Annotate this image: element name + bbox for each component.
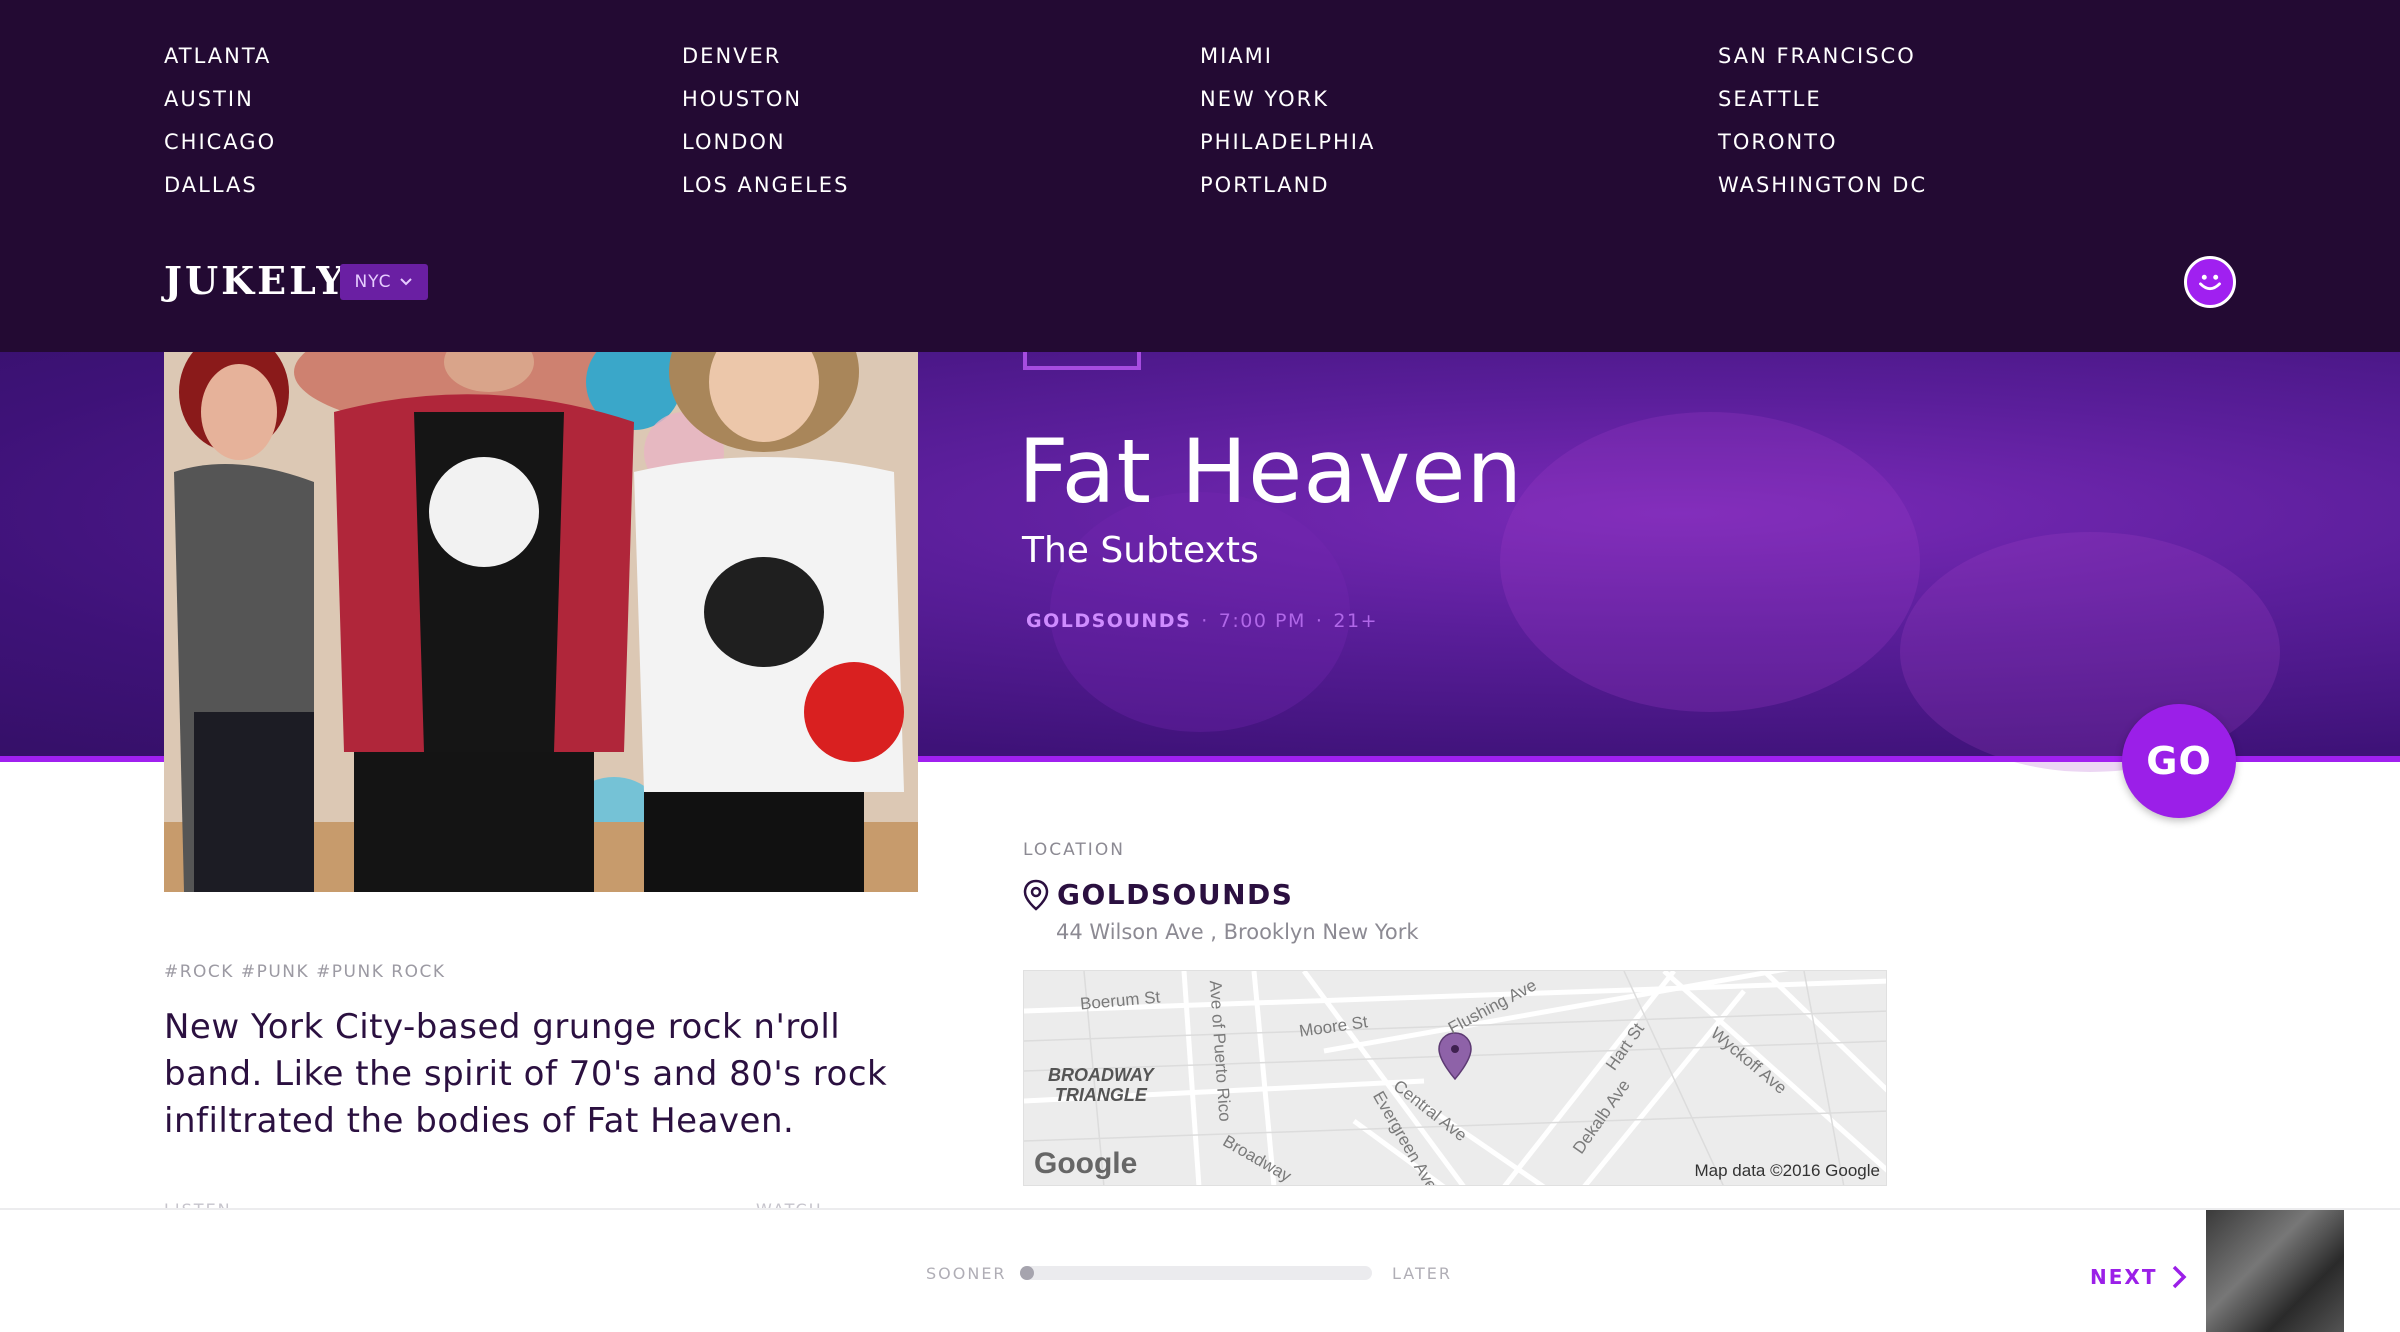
later-label: LATER: [1392, 1264, 1452, 1283]
city-link[interactable]: PORTLAND: [1200, 167, 1700, 210]
city-column-3: MIAMI NEW YORK PHILADELPHIA PORTLAND: [1200, 38, 1700, 210]
city-column-1: ATLANTA AUSTIN CHICAGO DALLAS: [164, 38, 664, 210]
bottom-bar: SOONER LATER NEXT: [0, 1208, 2400, 1332]
map-area-label-line: BROADWAY: [1048, 1065, 1154, 1085]
user-avatar-smiley-icon[interactable]: [2184, 256, 2236, 308]
city-link[interactable]: SEATTLE: [1718, 81, 2218, 124]
map-credit: Map data ©2016 Google: [1694, 1161, 1881, 1180]
location-address: 44 Wilson Ave , Brooklyn New York: [1056, 920, 1419, 944]
genre-tags: #ROCK #PUNK #PUNK ROCK: [164, 962, 446, 982]
go-button[interactable]: GO: [2122, 704, 2236, 818]
city-link[interactable]: LOS ANGELES: [682, 167, 1182, 210]
city-link[interactable]: PHILADELPHIA: [1200, 124, 1700, 167]
city-link[interactable]: CHICAGO: [164, 124, 664, 167]
next-label: NEXT: [2090, 1265, 2158, 1289]
event-time: 7:00 PM: [1218, 610, 1306, 632]
city-link[interactable]: MIAMI: [1200, 38, 1700, 81]
location-map[interactable]: Boerum St Moore St Flushing Ave Hart St …: [1023, 970, 1887, 1186]
event-venue-link[interactable]: GOLDSOUNDS: [1026, 610, 1191, 632]
jukely-logo[interactable]: JUKELY: [164, 258, 347, 303]
city-menu: ATLANTA AUSTIN CHICAGO DALLAS DENVER HOU…: [164, 38, 2264, 218]
city-link[interactable]: TORONTO: [1718, 124, 2218, 167]
location-venue: GOLDSOUNDS: [1023, 878, 1293, 911]
sooner-label: SOONER: [926, 1264, 1007, 1283]
city-column-4: SAN FRANCISCO SEATTLE TORONTO WASHINGTON…: [1718, 38, 2218, 210]
top-header: ATLANTA AUSTIN CHICAGO DALLAS DENVER HOU…: [0, 0, 2400, 352]
location-label: LOCATION: [1023, 840, 1125, 860]
hero-background-blob: [1500, 412, 1920, 712]
google-logo: Google: [1034, 1147, 1138, 1180]
event-meta: GOLDSOUNDS · 7:00 PM · 21+: [1026, 610, 1379, 632]
map-area-label: BROADWAY TRIANGLE: [1048, 1065, 1154, 1105]
next-button[interactable]: NEXT: [2090, 1264, 2187, 1290]
city-link[interactable]: SAN FRANCISCO: [1718, 38, 2218, 81]
chevron-right-icon: [2173, 1265, 2187, 1289]
event-age: 21+: [1333, 610, 1379, 632]
city-column-2: DENVER HOUSTON LONDON LOS ANGELES: [682, 38, 1182, 210]
event-title: Fat Heaven: [1018, 420, 1524, 523]
next-event-thumbnail[interactable]: [2206, 1210, 2344, 1332]
slider-thumb[interactable]: [1020, 1266, 1034, 1280]
city-selector-label: NYC: [354, 272, 392, 292]
hero-tab-outline: [1023, 352, 1141, 370]
city-link[interactable]: NEW YORK: [1200, 81, 1700, 124]
city-link[interactable]: DENVER: [682, 38, 1182, 81]
location-venue-name[interactable]: GOLDSOUNDS: [1057, 878, 1293, 911]
city-selector-button[interactable]: NYC: [340, 264, 428, 300]
city-link[interactable]: WASHINGTON DC: [1718, 167, 2218, 210]
chevron-down-icon: [399, 278, 412, 286]
event-description: New York City-based grunge rock n'roll b…: [164, 1007, 888, 1141]
city-link[interactable]: HOUSTON: [682, 81, 1182, 124]
date-slider[interactable]: [1020, 1266, 1372, 1280]
city-link[interactable]: ATLANTA: [164, 38, 664, 81]
map-pin-icon: [1023, 879, 1049, 911]
city-link[interactable]: LONDON: [682, 124, 1182, 167]
band-photo: [164, 352, 918, 892]
city-link[interactable]: AUSTIN: [164, 81, 664, 124]
map-area-label-line: TRIANGLE: [1054, 1085, 1147, 1105]
event-subtitle: The Subtexts: [1022, 530, 1259, 571]
city-link[interactable]: DALLAS: [164, 167, 664, 210]
